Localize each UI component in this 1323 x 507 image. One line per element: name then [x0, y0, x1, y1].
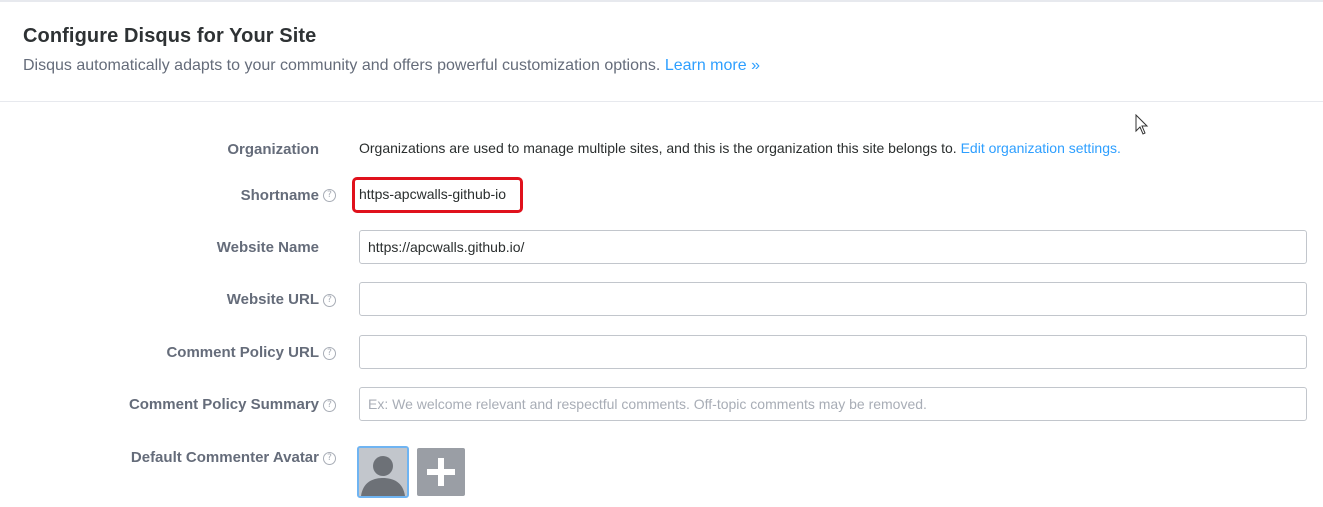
organization-description: Organizations are used to manage multipl… [359, 140, 1121, 156]
default-avatar-option[interactable] [357, 446, 409, 498]
website-url-help-icon[interactable]: ? [323, 294, 336, 307]
page-subtitle: Disqus automatically adapts to your comm… [23, 57, 760, 75]
shortname-label: Shortname [240, 187, 319, 204]
organization-label: Organization [227, 141, 319, 158]
comment-policy-url-input[interactable] [359, 335, 1307, 369]
default-avatar-label: Default Commenter Avatar [130, 449, 319, 466]
comment-policy-summary-help-icon[interactable]: ? [323, 399, 336, 412]
comment-policy-summary-input[interactable] [359, 387, 1307, 421]
shortname-help-icon[interactable]: ? [323, 189, 336, 202]
plus-icon [427, 458, 455, 486]
organization-text: Organizations are used to manage multipl… [359, 140, 957, 156]
page-title: Configure Disqus for Your Site [23, 25, 317, 47]
website-url-input[interactable] [359, 282, 1307, 316]
learn-more-link[interactable]: Learn more » [665, 57, 760, 74]
mouse-cursor-icon [1135, 114, 1149, 135]
website-name-label: Website Name [216, 239, 319, 256]
comment-policy-url-help-icon[interactable]: ? [323, 347, 336, 360]
comment-policy-summary-label: Comment Policy Summary [128, 396, 319, 413]
website-name-input[interactable] [359, 230, 1307, 264]
comment-policy-url-label: Comment Policy URL [166, 344, 319, 361]
website-url-label: Website URL [226, 291, 319, 308]
add-avatar-button[interactable] [417, 448, 465, 496]
shortname-value: https-apcwalls-github-io [359, 186, 507, 202]
person-icon [359, 448, 407, 496]
subtitle-text: Disqus automatically adapts to your comm… [23, 57, 661, 74]
edit-organization-link[interactable]: Edit organization settings. [961, 140, 1121, 156]
page-header: Configure Disqus for Your Site Disqus au… [0, 2, 1323, 102]
default-avatar-help-icon[interactable]: ? [323, 452, 336, 465]
